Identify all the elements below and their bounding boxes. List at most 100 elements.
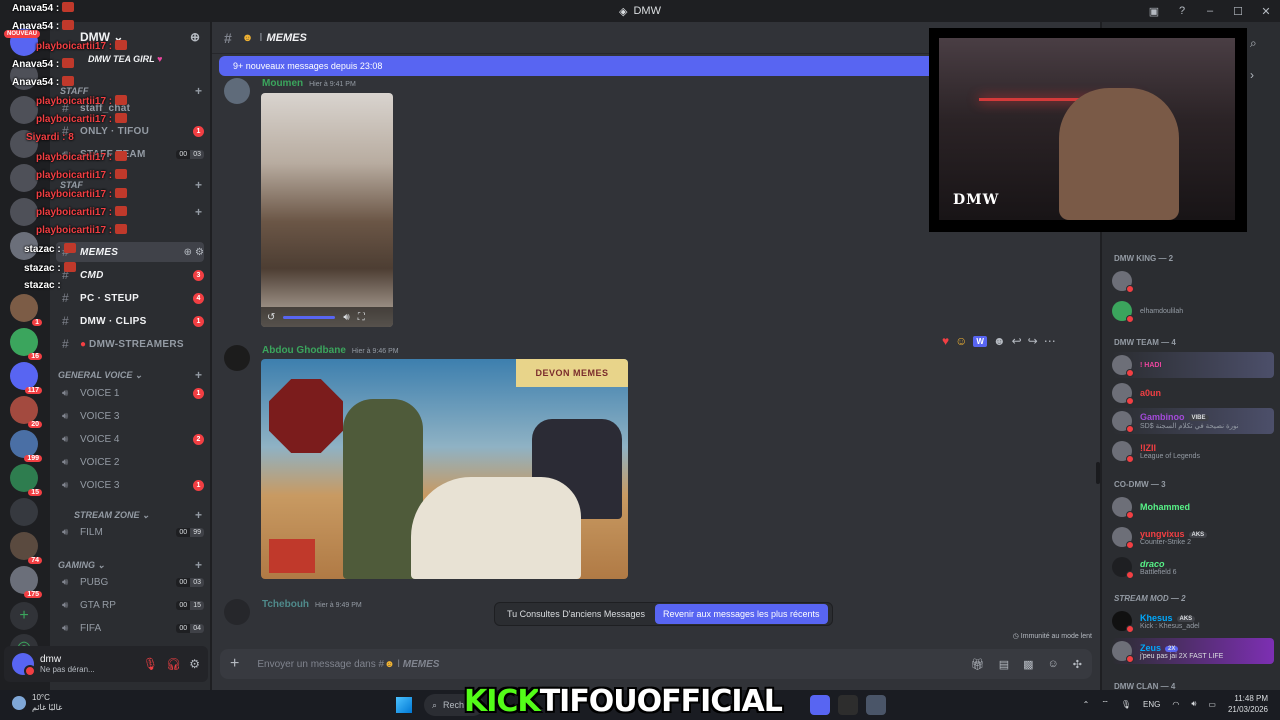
user-settings-icon[interactable]: ⚙	[189, 657, 200, 671]
category-stream-zone[interactable]: STREAM ZONE ⌄ +	[58, 508, 202, 522]
help-icon[interactable]: ?	[1168, 5, 1196, 17]
channel-staff-team[interactable]: 🔊︎ STAFF TEAM 00 03	[56, 144, 204, 164]
discord-app-icon[interactable]	[810, 695, 830, 715]
message-composer[interactable]: + Envoyer un message dans #☻ ǀ MEMES 🎁︎ …	[220, 649, 1092, 679]
mic-icon[interactable]: 🎙︎	[1121, 700, 1131, 709]
video-progress-bar[interactable]	[283, 315, 336, 319]
channel-film[interactable]: 🔊︎ FILM 00 99	[56, 522, 204, 542]
inbox-icon[interactable]: ▣	[1140, 5, 1168, 18]
avatar[interactable]	[224, 345, 250, 371]
channel-memes[interactable]: # MEMES ⊕ ⚙	[56, 242, 204, 262]
server-icon[interactable]: 1	[10, 294, 42, 326]
chevron-up-icon[interactable]: ⌃	[1083, 700, 1090, 709]
server-icon[interactable]	[10, 96, 38, 124]
category-gaming[interactable]: GAMING ⌄ +	[58, 558, 202, 572]
emoji-icon[interactable]: ☺	[1048, 658, 1059, 671]
channel-dmw-streamers[interactable]: # ● DMW-STREAMERS	[56, 334, 204, 354]
member-row[interactable]: draco Battlefield 6	[1112, 554, 1274, 580]
category-collapsed[interactable]: +	[58, 205, 202, 219]
language-indicator[interactable]: ENG	[1143, 700, 1160, 709]
apps-icon[interactable]: ✣	[1073, 658, 1082, 671]
channel-fifa[interactable]: 🔊︎ FIFA 00 04	[56, 618, 204, 638]
channel-dmw-clips[interactable]: # DMW · CLIPS 1	[56, 311, 204, 331]
member-row[interactable]: a0un	[1112, 380, 1274, 406]
maximize-button[interactable]: ☐	[1224, 5, 1252, 18]
channel-gta-rp[interactable]: 🔊︎ GTA RP 00 15	[56, 595, 204, 615]
laugh-reaction-icon[interactable]: ☺	[955, 334, 967, 348]
server-icon[interactable]	[10, 130, 38, 158]
gif-icon[interactable]: ▤	[999, 658, 1009, 671]
forward-icon[interactable]: ↪	[1028, 334, 1038, 348]
channel-staff-chat[interactable]: # staff_chat	[56, 98, 204, 118]
chevron-right-icon[interactable]: ›	[1250, 62, 1272, 88]
gift-icon[interactable]: 🎁︎	[971, 658, 985, 671]
message-author[interactable]: Abdou Ghodbane Hier à 9:46 PM	[262, 345, 399, 356]
voice-channel-4[interactable]: 🔊︎ VOICE 4 2	[56, 429, 204, 449]
server-icon[interactable]	[10, 164, 38, 192]
sticker-icon[interactable]: ▩	[1023, 658, 1033, 671]
heart-reaction-icon[interactable]: ♥	[942, 334, 949, 348]
add-channel-icon[interactable]: +	[195, 558, 202, 572]
server-icon[interactable]	[10, 498, 38, 526]
message-author[interactable]: Moumen Hier à 9:41 PM	[262, 78, 356, 89]
server-icon[interactable]: 117	[10, 362, 42, 394]
invite-icon[interactable]: ⊕	[184, 247, 192, 258]
scrollbar[interactable]	[1096, 462, 1100, 484]
avatar[interactable]	[224, 78, 250, 104]
server-icon[interactable]	[10, 232, 38, 260]
add-channel-icon[interactable]: +	[195, 205, 202, 219]
server-icon[interactable]: 74	[10, 532, 42, 564]
channel-cmd[interactable]: # CMD 3	[56, 265, 204, 285]
reply-icon[interactable]: ↩	[1012, 334, 1022, 348]
close-button[interactable]: ✕	[1252, 5, 1280, 18]
headset-muted-icon[interactable]: 🎧︎	[166, 657, 181, 671]
member-row[interactable]: !IZII League of Legends	[1112, 438, 1274, 464]
minimize-button[interactable]: –	[1196, 5, 1224, 17]
server-icon[interactable]: 199	[10, 430, 42, 462]
mic-muted-icon[interactable]: 🎙︎	[143, 657, 158, 671]
epic-games-icon[interactable]	[838, 695, 858, 715]
settings-gear-icon[interactable]: ⚙	[195, 247, 204, 258]
avatar[interactable]	[224, 599, 250, 625]
server-icon[interactable]: 175	[10, 566, 42, 598]
video-attachment[interactable]: ↺ 🔊︎ ⛶	[261, 93, 393, 327]
member-row[interactable]: Zeus 2X j'peu pas jai 2X FAST LIFE	[1112, 638, 1274, 664]
settings-app-icon[interactable]	[866, 695, 886, 715]
jump-to-present-button[interactable]: Revenir aux messages les plus récents	[654, 604, 828, 624]
wifi-icon[interactable]: ◠	[1172, 700, 1179, 709]
voice-channel-2[interactable]: 🔊︎ VOICE 2	[56, 452, 204, 472]
weather-widget[interactable]: 10°C غالبًا غائم	[12, 693, 62, 713]
add-member-icon[interactable]: ⊕	[190, 30, 200, 44]
member-row[interactable]: ! HADI	[1112, 352, 1274, 378]
volume-icon[interactable]: 🔊︎	[343, 312, 349, 323]
server-icon[interactable]	[10, 198, 38, 226]
user-info[interactable]: dmw Ne pas déran...	[40, 654, 95, 674]
category-staff[interactable]: STAFF +	[58, 84, 202, 98]
member-row[interactable]: elhamdoulilah	[1112, 298, 1274, 324]
network-icon[interactable]: ⌔	[1101, 699, 1109, 709]
more-icon[interactable]: ⋯	[1044, 334, 1056, 348]
add-channel-icon[interactable]: +	[195, 84, 202, 98]
avatar[interactable]	[12, 653, 36, 677]
channel-pc-steup[interactable]: # PC · STEUP 4	[56, 288, 204, 308]
add-channel-icon[interactable]: +	[195, 508, 202, 522]
server-icon[interactable]: 20	[10, 396, 42, 428]
server-icon[interactable]: 16	[10, 328, 42, 360]
add-channel-icon[interactable]: +	[195, 368, 202, 382]
server-icon[interactable]: 15	[10, 464, 42, 496]
w-reaction-icon[interactable]: W	[973, 335, 987, 347]
channel-pubg[interactable]: 🔊︎ PUBG 00 03	[56, 572, 204, 592]
replay-icon[interactable]: ↺	[267, 312, 275, 323]
server-header[interactable]: DMW ⌄ ⊕	[50, 22, 210, 52]
category-general-voice[interactable]: GENERAL VOICE ⌄ +	[58, 368, 202, 382]
windows-start-icon[interactable]	[396, 697, 412, 713]
voice-channel-3b[interactable]: 🔊︎ VOICE 3 1	[56, 475, 204, 495]
fullscreen-icon[interactable]: ⛶	[358, 312, 365, 323]
add-server-icon[interactable]: +	[10, 602, 38, 630]
message-author[interactable]: Tchebouh Hier à 9:49 PM	[262, 599, 362, 610]
search-icon[interactable]: ⌕	[1250, 30, 1272, 56]
member-row[interactable]	[1112, 268, 1274, 294]
member-row[interactable]: Gambinoo VIBE SD$ نورة نصيحة في تكلام السج…	[1112, 408, 1274, 434]
add-reaction-icon[interactable]: ☻	[993, 334, 1006, 348]
server-icon[interactable]	[10, 62, 38, 90]
